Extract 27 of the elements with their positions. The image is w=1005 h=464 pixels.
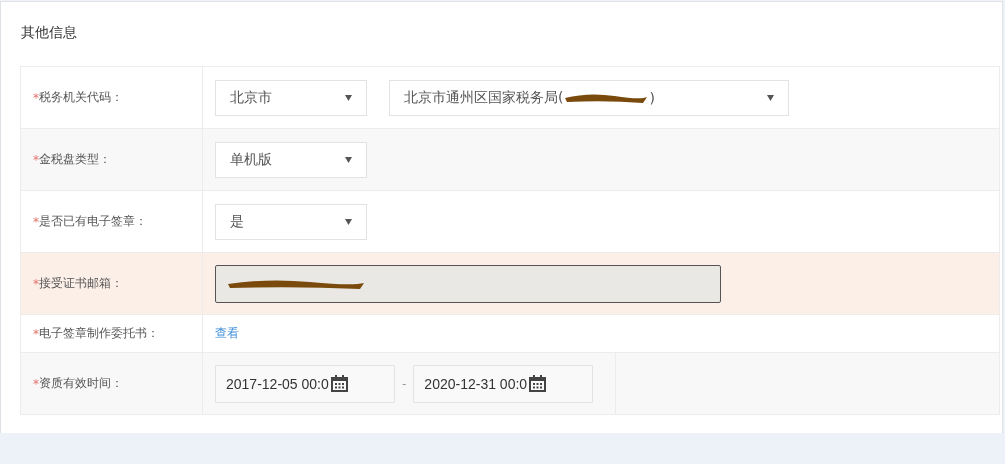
required-asterisk: * bbox=[33, 376, 39, 391]
dropdown-caret-icon bbox=[345, 94, 352, 101]
field-label: 接受证书邮箱： bbox=[39, 275, 123, 292]
view-link[interactable]: 查看 bbox=[215, 325, 239, 342]
required-asterisk: * bbox=[33, 90, 39, 105]
dropdown-select[interactable]: 是 bbox=[215, 203, 367, 240]
dropdown-caret-icon bbox=[345, 218, 352, 225]
required-asterisk: * bbox=[33, 326, 39, 341]
field-label: 是否已有电子签章： bbox=[39, 213, 147, 230]
field-label: 资质有效时间： bbox=[39, 375, 123, 392]
end-date-field[interactable]: 2020-12-31 00:0 bbox=[413, 364, 594, 403]
field-label: 金税盘类型： bbox=[39, 151, 111, 168]
required-asterisk: * bbox=[33, 214, 39, 229]
start-date-field[interactable]: 2017-12-05 00:0 bbox=[215, 364, 395, 403]
range-separator: - bbox=[402, 376, 407, 391]
calendar-icon[interactable] bbox=[330, 375, 348, 392]
calendar-icon[interactable] bbox=[529, 375, 547, 392]
dropdown-caret-icon bbox=[345, 156, 352, 163]
required-asterisk: * bbox=[33, 276, 39, 291]
section-title: 其他信息 bbox=[20, 23, 77, 42]
required-asterisk: * bbox=[33, 152, 39, 167]
field-label: 税务机关代码： bbox=[39, 89, 123, 106]
field-label: 电子签章制作委托书： bbox=[39, 325, 159, 342]
dropdown-select[interactable]: 北京市通州区国家税务局( ) bbox=[389, 79, 789, 116]
dropdown-select[interactable]: 北京市 bbox=[215, 79, 367, 116]
dropdown-caret-icon bbox=[767, 94, 774, 101]
dropdown-select[interactable]: 单机版 bbox=[215, 141, 367, 178]
